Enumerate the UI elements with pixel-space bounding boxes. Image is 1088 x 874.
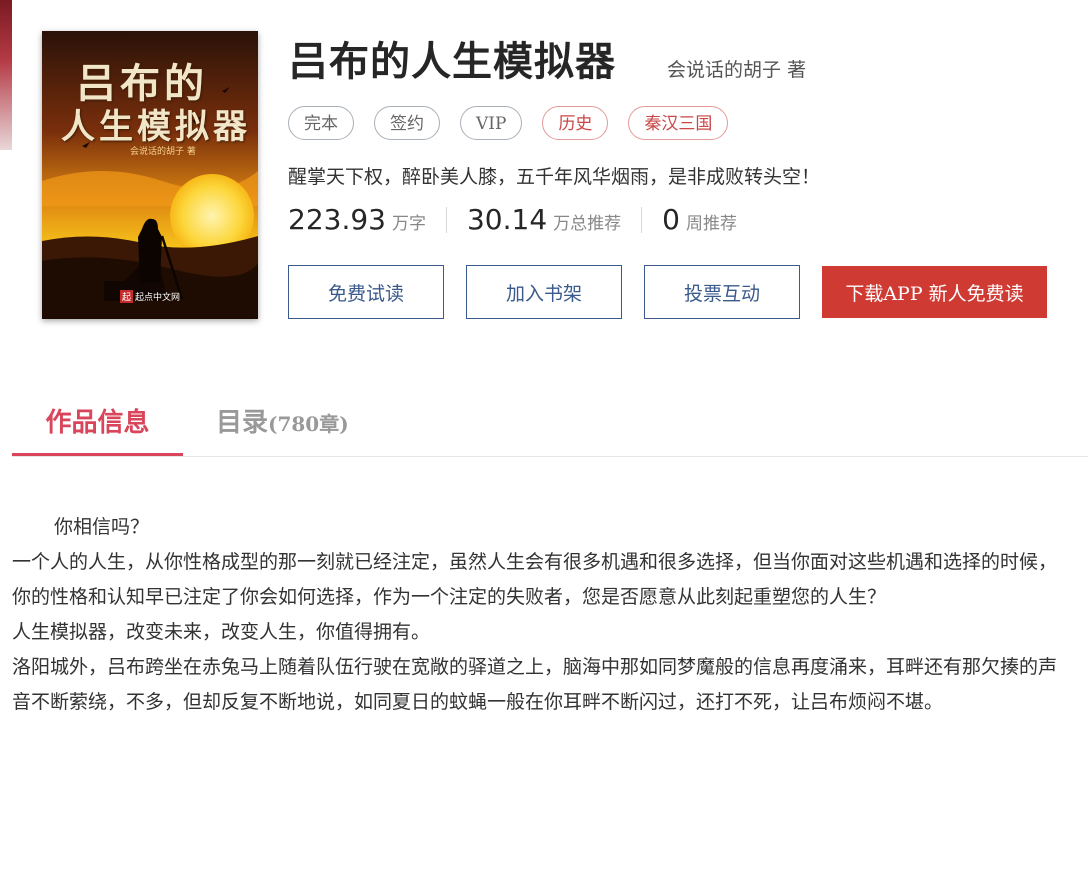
publisher-logo-text: 起点中文网 xyxy=(134,293,180,303)
tag-status-completed: 完本 xyxy=(288,106,354,140)
book-intro: 醒掌天下权，醉卧美人膝，五千年风华烟雨，是非成败转头空！ xyxy=(288,166,821,188)
author-suffix: 著 xyxy=(787,59,807,81)
download-app-button[interactable]: 下载APP 新人免费读 xyxy=(822,266,1047,318)
stat-word-count: 223.93 万字 xyxy=(288,203,426,236)
vote-button[interactable]: 投票互动 xyxy=(644,265,800,319)
description-paragraph: 人生模拟器，改变未来，改变人生，你值得拥有。 xyxy=(12,621,431,643)
book-title: 吕布的人生模拟器 xyxy=(288,39,616,85)
add-to-shelf-button[interactable]: 加入书架 xyxy=(466,265,622,319)
stat-unit: 周推荐 xyxy=(685,214,737,234)
stat-unit: 万字 xyxy=(391,214,426,234)
description-paragraph: 一个人的人生，从你性格成型的那一刻就已经注定，虽然人生会有很多机遇和很多选择，但… xyxy=(12,551,1058,608)
background-edge xyxy=(0,0,12,150)
tag-list: 完本 签约 VIP 历史 秦汉三国 xyxy=(288,106,729,140)
tag-subcategory[interactable]: 秦汉三国 xyxy=(628,106,729,140)
book-stats: 223.93 万字 30.14 万总推荐 0 周推荐 xyxy=(288,203,737,236)
cover-title-line2: 人生模拟器 xyxy=(61,107,251,147)
tag-status-vip: VIP xyxy=(460,106,523,140)
author-line: 会说话的胡子 著 xyxy=(667,55,806,82)
description-paragraph: 洛阳城外，吕布跨坐在赤兔马上随着队伍行驶在宽敞的驿道之上，脑海中那如同梦魔般的信… xyxy=(12,656,1058,713)
free-read-button[interactable]: 免费试读 xyxy=(288,265,444,319)
action-bar: 免费试读 加入书架 投票互动 下载APP 新人免费读 xyxy=(288,265,1047,319)
stat-value: 0 xyxy=(662,203,680,236)
tab-catalog[interactable]: 目录(780章) xyxy=(216,392,349,454)
publisher-logo-icon: 起 xyxy=(119,290,133,303)
tag-category-history[interactable]: 历史 xyxy=(542,106,609,140)
tab-catalog-count: (780章) xyxy=(268,412,349,436)
stat-value: 223.93 xyxy=(288,203,386,236)
content-tabs: 作品信息 目录(780章) xyxy=(12,392,1088,457)
book-description: 你相信吗？ 一个人的人生，从你性格成型的那一刻就已经注定，虽然人生会有很多机遇和… xyxy=(12,510,1072,720)
stat-total-recommend: 30.14 万总推荐 xyxy=(467,203,621,236)
stat-divider xyxy=(445,206,447,233)
stat-weekly-recommend: 0 周推荐 xyxy=(662,203,737,236)
cover-author: 会说话的胡子 著 xyxy=(130,147,196,157)
description-paragraph: 你相信吗？ xyxy=(54,516,150,538)
stat-unit: 万总推荐 xyxy=(553,214,622,234)
author-name[interactable]: 会说话的胡子 xyxy=(667,59,781,81)
tag-status-signed: 签约 xyxy=(374,106,440,140)
tab-catalog-label: 目录 xyxy=(216,408,269,438)
stat-value: 30.14 xyxy=(466,203,548,236)
cover-publisher-logo: 起起点中文网 xyxy=(119,290,180,303)
stat-divider xyxy=(641,206,643,233)
tab-book-info[interactable]: 作品信息 xyxy=(12,392,183,456)
book-cover[interactable]: 吕布的 人生模拟器 会说话的胡子 著 起起点中文网 xyxy=(42,31,258,319)
